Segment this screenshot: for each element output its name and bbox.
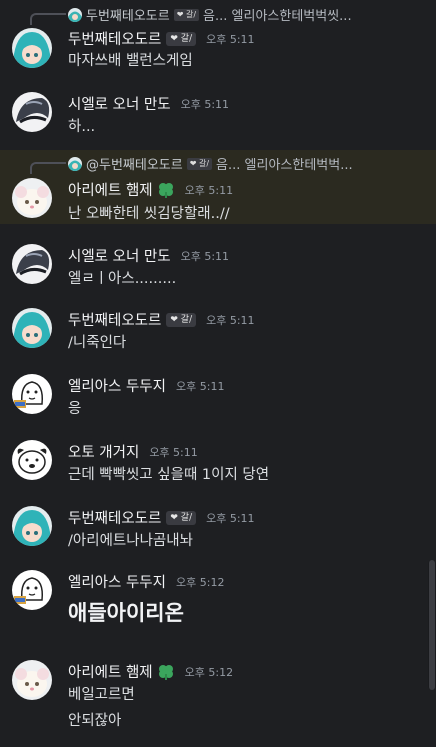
- author-name[interactable]: 시엘로 오너 만도: [68, 245, 171, 266]
- heart-badge-icon: ❤ 갈/: [186, 157, 213, 170]
- message-text: /니죽인다: [68, 335, 127, 351]
- author-name[interactable]: 엘리아스 두두지: [68, 571, 166, 592]
- message-text: 하...: [68, 119, 96, 135]
- avatar[interactable]: [12, 440, 52, 480]
- message-text: 엘ㄹㅣ아스.........: [68, 271, 177, 287]
- timestamp[interactable]: 오후 5:11: [206, 312, 254, 328]
- avatar[interactable]: [12, 374, 52, 414]
- author-name[interactable]: 두번째테오도르: [68, 309, 161, 330]
- heart-badge-icon: ❤ 갈/: [166, 510, 197, 525]
- timestamp[interactable]: 오후 5:11: [176, 378, 224, 394]
- author-name[interactable]: 시엘로 오너 만도: [68, 93, 171, 114]
- timestamp[interactable]: 오후 5:11: [181, 248, 229, 264]
- message: 엘리아스 두두지 오후 5:12 애들아이리온: [0, 564, 436, 634]
- message-text: 애들아이리온: [68, 601, 184, 625]
- timestamp[interactable]: 오후 5:11: [185, 182, 233, 198]
- message-text: 근데 빡빡씻고 싶을때 1이지 당연: [68, 467, 270, 483]
- scrollbar-thumb[interactable]: [429, 560, 435, 690]
- timestamp[interactable]: 오후 5:11: [149, 444, 197, 460]
- heart-badge-icon: ❤ 갈/: [166, 312, 197, 327]
- reply-connector: [30, 162, 66, 174]
- message-text: 마자쓰배 밸런스게임: [68, 53, 193, 69]
- reply-preview[interactable]: @두번째테오도르 ❤ 갈/ 음... 엘리아스한테벅벅...: [68, 154, 353, 173]
- author-name[interactable]: 아리에트 햄제: [68, 661, 153, 682]
- timestamp[interactable]: 오후 5:11: [206, 510, 254, 526]
- reply-text: 음... 엘리아스한테벅벅...: [216, 158, 353, 173]
- message-text: 응: [68, 401, 82, 417]
- message-text-line2: 안되잖아: [68, 713, 122, 729]
- message: 아리에트 햄제 오후 5:12 베일고르면 안되잖아: [0, 654, 436, 738]
- avatar[interactable]: [12, 28, 52, 68]
- heart-badge-icon: ❤ 갈/: [166, 31, 197, 46]
- avatar[interactable]: [12, 244, 52, 284]
- avatar[interactable]: [12, 660, 52, 700]
- clover-icon: [158, 182, 173, 198]
- avatar[interactable]: [12, 308, 52, 348]
- timestamp[interactable]: 오후 5:12: [176, 574, 224, 590]
- avatar[interactable]: [12, 92, 52, 132]
- message-text: 베일고르면: [68, 687, 135, 703]
- author-name[interactable]: 두번째테오도르: [68, 28, 161, 49]
- clover-icon: [158, 664, 173, 680]
- reply-avatar: [68, 156, 82, 171]
- avatar[interactable]: [12, 506, 52, 546]
- timestamp[interactable]: 오후 5:11: [206, 31, 254, 47]
- message: 두번째테오도르 ❤ 갈/ 오후 5:11 /아리에트나나곰내놔: [0, 500, 436, 552]
- message: 두번째테오도르 ❤ 갈/ 오후 5:11 마자쓰배 밸런스게임: [0, 0, 436, 76]
- message: 오토 개거지 오후 5:11 근데 빡빡씻고 싶을때 1이지 당연: [0, 434, 436, 486]
- message: 시엘로 오너 만도 오후 5:11 엘ㄹㅣ아스.........: [0, 238, 436, 290]
- message-text: 난 오빠한테 씻김당할래..//: [68, 206, 230, 222]
- author-name[interactable]: 두번째테오도르: [68, 507, 161, 528]
- avatar[interactable]: [12, 178, 52, 218]
- message: 시엘로 오너 만도 오후 5:11 하...: [0, 86, 436, 138]
- timestamp[interactable]: 오후 5:11: [181, 96, 229, 112]
- timestamp[interactable]: 오후 5:12: [185, 664, 233, 680]
- avatar[interactable]: [12, 570, 52, 610]
- reply-author[interactable]: @두번째테오도르: [86, 154, 183, 173]
- author-name[interactable]: 엘리아스 두두지: [68, 375, 166, 396]
- message-highlighted: @두번째테오도르 ❤ 갈/ 음... 엘리아스한테벅벅... 아리에트 햄제 오…: [0, 150, 436, 224]
- message: 엘리아스 두두지 오후 5:11 응: [0, 368, 436, 420]
- author-name[interactable]: 아리에트 햄제: [68, 179, 153, 200]
- message: 두번째테오도르 ❤ 갈/ 오후 5:11 /니죽인다: [0, 302, 436, 354]
- message-text: /아리에트나나곰내놔: [68, 533, 193, 549]
- author-name[interactable]: 오토 개거지: [68, 441, 139, 462]
